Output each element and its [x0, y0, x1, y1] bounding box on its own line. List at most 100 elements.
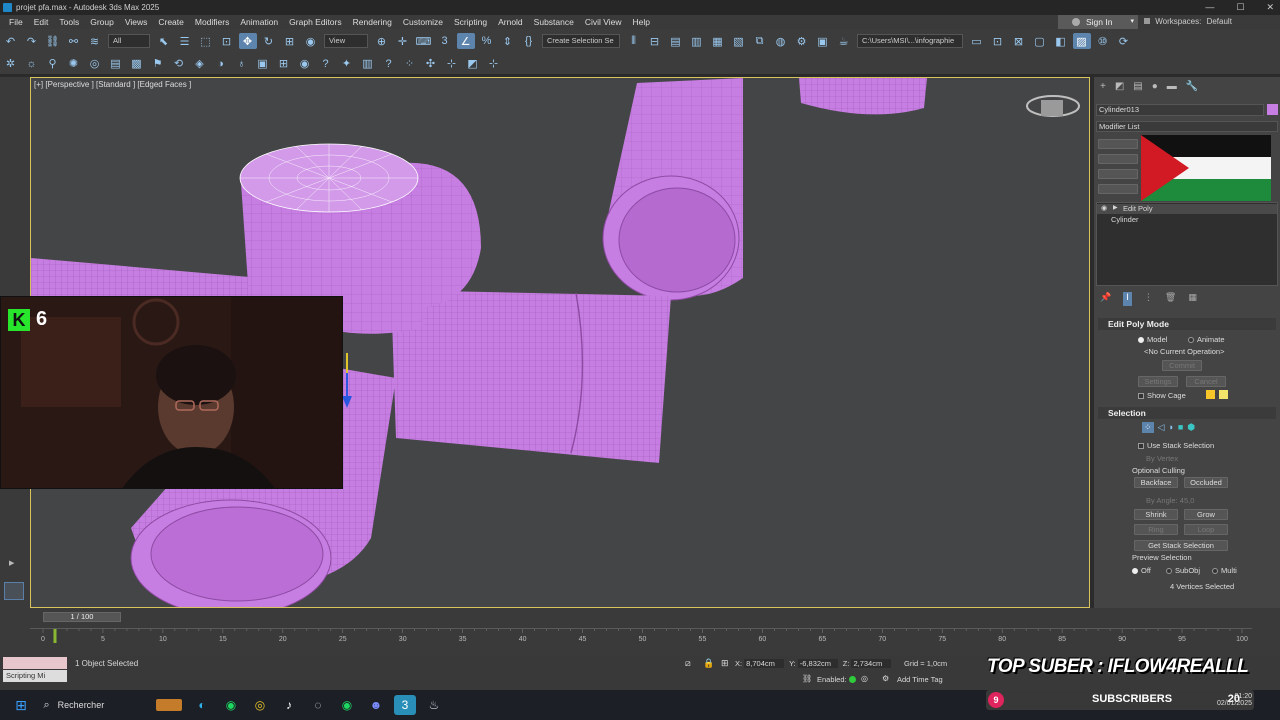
- snapshot-icon[interactable]: ⊡: [989, 33, 1007, 49]
- daylight-icon[interactable]: ☼: [23, 56, 41, 72]
- create-tab-icon[interactable]: +: [1100, 81, 1106, 97]
- graph-icon[interactable]: ⊠: [1010, 33, 1028, 49]
- modify-tab-icon[interactable]: ◩: [1115, 81, 1124, 97]
- close-icon[interactable]: ✕: [1266, 0, 1274, 15]
- frame-icon[interactable]: ▣: [254, 56, 272, 72]
- target-icon[interactable]: ✺: [65, 56, 83, 72]
- pin-icon[interactable]: ⚲: [44, 56, 62, 72]
- percent-snap-icon[interactable]: %: [478, 33, 496, 49]
- place-icon[interactable]: ◉: [302, 33, 320, 49]
- lock-selection-icon[interactable]: 🔒: [703, 658, 714, 669]
- show-cage-checkbox[interactable]: Show Cage: [1138, 391, 1186, 400]
- pivot-center-icon[interactable]: ⊕: [373, 33, 391, 49]
- workspaces-selector[interactable]: Workspaces: Default: [1144, 15, 1280, 29]
- scale-icon[interactable]: ⊞: [281, 33, 299, 49]
- keyboard-shortcut-icon[interactable]: ⌨: [415, 33, 433, 49]
- light-icon[interactable]: ✲: [2, 56, 20, 72]
- object-color-swatch[interactable]: [1267, 104, 1278, 115]
- sign-in-button[interactable]: Sign In ▾: [1058, 15, 1138, 29]
- bake-icon[interactable]: ⟲: [170, 56, 188, 72]
- isolate-icon[interactable]: ⧄: [685, 658, 691, 669]
- align-icon[interactable]: ⊟: [646, 33, 664, 49]
- hotkey-icon[interactable]: ⊹: [443, 56, 461, 72]
- eye-icon[interactable]: ◉: [296, 56, 314, 72]
- spinner-snap-icon[interactable]: ⇕: [499, 33, 517, 49]
- windows-start-icon[interactable]: ⊞: [10, 695, 32, 715]
- menu-graph-editors[interactable]: Graph Editors: [284, 17, 347, 27]
- curve-editor-icon[interactable]: ▧: [730, 33, 748, 49]
- element-level-icon[interactable]: ⬢: [1187, 422, 1195, 433]
- select-object-icon[interactable]: ⬉: [155, 33, 173, 49]
- edit-named-selection-icon[interactable]: {}: [520, 33, 538, 49]
- x-field[interactable]: 8,704cm: [744, 659, 785, 668]
- shortcut-button-3[interactable]: [1098, 169, 1138, 179]
- modifier-list-dropdown[interactable]: Modifier List: [1096, 121, 1278, 132]
- by-angle-checkbox[interactable]: By Angle: 45,0: [1146, 496, 1194, 505]
- vertex-level-icon[interactable]: ⁘: [1142, 422, 1154, 433]
- taskbar-search[interactable]: ⌕ Rechercher: [40, 695, 188, 715]
- stack-item-cylinder[interactable]: Cylinder: [1111, 215, 1139, 224]
- by-vertex-checkbox[interactable]: By Vertex: [1146, 454, 1178, 463]
- preview-subobj-radio[interactable]: SubObj: [1166, 566, 1200, 575]
- render-region-icon[interactable]: ⚑: [149, 56, 167, 72]
- time-config-icon[interactable]: ⑩: [1094, 33, 1112, 49]
- shortcut-button-2[interactable]: [1098, 154, 1138, 164]
- scene-tools-icon[interactable]: ▥: [359, 56, 377, 72]
- discord-icon[interactable]: ☻: [365, 695, 387, 715]
- grid-icon[interactable]: ⊞: [275, 56, 293, 72]
- object-name-field[interactable]: Cylinder013: [1096, 104, 1264, 116]
- configure-sets-icon[interactable]: ▦: [1188, 292, 1197, 306]
- edge-level-icon[interactable]: ◁: [1158, 422, 1165, 433]
- rendered-frame-icon[interactable]: ▣: [814, 33, 832, 49]
- cage-color-swatch-1[interactable]: [1206, 390, 1215, 399]
- steam-icon[interactable]: ♨: [423, 695, 445, 715]
- bind-spacewarp-icon[interactable]: ≋: [86, 33, 104, 49]
- move-icon[interactable]: ✥: [238, 33, 257, 49]
- snap-3d-icon[interactable]: 3: [436, 33, 454, 49]
- layer-explorer-icon[interactable]: ▥: [688, 33, 706, 49]
- menu-rendering[interactable]: Rendering: [348, 17, 398, 27]
- settings-button[interactable]: Settings: [1138, 376, 1178, 387]
- pipe-top-right[interactable]: [799, 78, 927, 115]
- selection-filter-dropdown[interactable]: All: [108, 34, 150, 48]
- maxscript-listener[interactable]: [3, 657, 67, 669]
- material-editor-icon[interactable]: ◍: [772, 33, 790, 49]
- occluded-button[interactable]: Occluded: [1184, 477, 1228, 488]
- cache-icon[interactable]: ◈: [191, 56, 209, 72]
- arnold-light-icon[interactable]: ✦: [338, 56, 356, 72]
- utilities-tab-icon[interactable]: 🔧: [1186, 81, 1198, 97]
- motion-tab-icon[interactable]: ●: [1152, 81, 1158, 97]
- arrow-tools-icon[interactable]: ⁘: [401, 56, 419, 72]
- menu-file[interactable]: File: [4, 17, 29, 27]
- 3dsmax-taskbar-icon[interactable]: 3: [394, 695, 416, 715]
- eye-icon[interactable]: ◉: [1101, 204, 1107, 212]
- select-by-name-icon[interactable]: ☰: [176, 33, 194, 49]
- show-end-result-icon[interactable]: Ⅰ: [1123, 292, 1132, 306]
- command-panel-icon[interactable]: ▨: [1072, 33, 1091, 49]
- window-crossing-icon[interactable]: ⊡: [218, 33, 236, 49]
- border-level-icon[interactable]: ◗: [1168, 422, 1173, 433]
- edit-poly-mode-header[interactable]: Edit Poly Mode: [1098, 318, 1276, 330]
- schematic-view-icon[interactable]: ⧉: [751, 33, 769, 49]
- y-field[interactable]: -6,832cm: [797, 659, 838, 668]
- time-tag-icon[interactable]: ⛓: [802, 674, 812, 683]
- menu-edit[interactable]: Edit: [29, 17, 55, 27]
- menu-customize[interactable]: Customize: [398, 17, 449, 27]
- make-unique-icon[interactable]: ⋮: [1144, 292, 1153, 306]
- texture-icon[interactable]: ▩: [128, 56, 146, 72]
- shrink-button[interactable]: Shrink: [1134, 509, 1178, 520]
- hierarchy-tab-icon[interactable]: ▤: [1133, 81, 1142, 97]
- minimize-icon[interactable]: —: [1205, 0, 1214, 15]
- loop-button[interactable]: Loop: [1184, 524, 1228, 535]
- maxscript-mini-listener[interactable]: Scripting Mi: [3, 670, 67, 682]
- use-stack-selection-checkbox[interactable]: Use Stack Selection: [1138, 441, 1214, 450]
- add-time-tag[interactable]: Add Time Tag: [897, 675, 943, 684]
- render-setup-icon[interactable]: ⚙: [793, 33, 811, 49]
- named-selection-set-dropdown[interactable]: Create Selection Se: [542, 34, 620, 48]
- viewcube-icon[interactable]: ◩: [464, 56, 482, 72]
- viewport-label[interactable]: [+] [Perspective ] [Standard ] [Edged Fa…: [34, 80, 191, 89]
- current-frame-marker[interactable]: [53, 629, 57, 643]
- spotify-secondary-icon[interactable]: ◉: [336, 695, 358, 715]
- menu-views[interactable]: Views: [120, 17, 154, 27]
- menu-animation[interactable]: Animation: [235, 17, 284, 27]
